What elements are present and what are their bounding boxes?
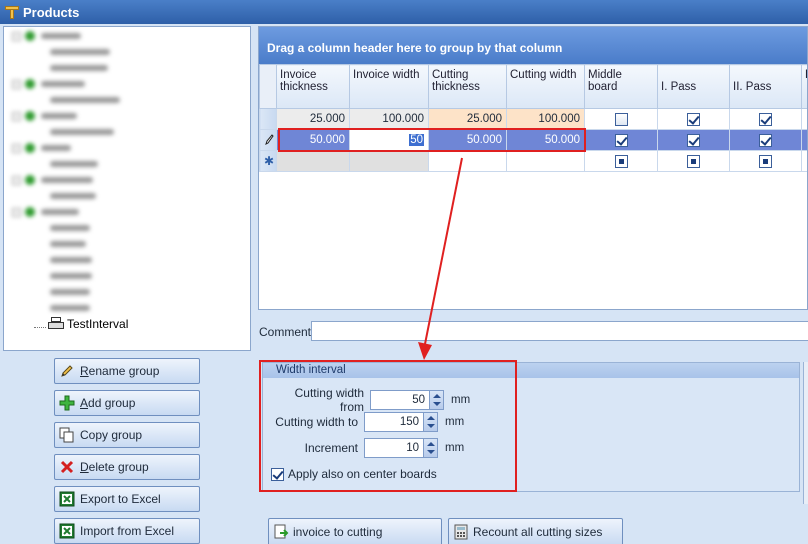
- delete-group-button[interactable]: Delete group: [54, 454, 200, 480]
- column-header-middle-board[interactable]: Middle board: [584, 64, 658, 109]
- tree-item-label: TestInterval: [67, 317, 129, 331]
- tree-node[interactable]: [50, 221, 90, 235]
- row-indicator[interactable]: [259, 108, 277, 130]
- cell-cutting-thickness[interactable]: 25.000: [428, 108, 507, 130]
- cell-first-pass[interactable]: [657, 129, 730, 151]
- column-header-cutting-width[interactable]: Cutting width: [506, 64, 585, 109]
- table-row[interactable]: 25.000 100.000 25.000 100.000: [259, 108, 807, 130]
- cell-middle-board[interactable]: [584, 150, 658, 172]
- group-by-panel[interactable]: Drag a column header here to group by th…: [259, 27, 807, 64]
- cell-middle-board[interactable]: [584, 108, 658, 130]
- side-panel-edge: [803, 362, 808, 504]
- tree-node[interactable]: −: [12, 109, 77, 123]
- pencil-icon: [265, 133, 274, 145]
- tree-node[interactable]: [50, 125, 114, 139]
- tree-node[interactable]: [50, 93, 120, 107]
- tree-node[interactable]: [50, 45, 110, 59]
- comment-label: Comment: [259, 325, 312, 339]
- tree-node[interactable]: [50, 61, 108, 75]
- cell-cutting-thickness[interactable]: [428, 150, 507, 172]
- printer-icon: [48, 317, 64, 331]
- tree-node[interactable]: [50, 301, 90, 315]
- tree-node[interactable]: −: [12, 205, 79, 219]
- row-edit-indicator[interactable]: [259, 129, 277, 151]
- recount-cutting-sizes-button[interactable]: Recount all cutting sizes: [448, 518, 623, 544]
- add-group-button[interactable]: Add group: [54, 390, 200, 416]
- cell-invoice-width[interactable]: [349, 150, 429, 172]
- column-header-cutting-thickness[interactable]: Cutting thickness: [428, 64, 507, 109]
- first-pass-checkbox[interactable]: [687, 154, 700, 168]
- second-pass-checkbox[interactable]: [759, 154, 772, 168]
- copy-group-button[interactable]: Copy group: [54, 422, 200, 448]
- copy-icon: [59, 427, 75, 443]
- first-pass-checkbox[interactable]: [687, 112, 700, 126]
- cell-second-pass[interactable]: [729, 150, 802, 172]
- tree-node[interactable]: [50, 157, 98, 171]
- column-header-second-pass[interactable]: II. Pass: [729, 64, 802, 109]
- cell-invoice-width[interactable]: 100.000: [349, 108, 429, 130]
- tree-node[interactable]: −: [12, 77, 85, 91]
- window-title: Products: [23, 4, 80, 20]
- new-row-indicator[interactable]: ✱: [259, 150, 277, 172]
- header-indicator: [259, 64, 277, 109]
- cell-cutting-width[interactable]: [506, 150, 585, 172]
- tree-node[interactable]: −: [12, 173, 93, 187]
- cell-first-pass[interactable]: [657, 150, 730, 172]
- middle-board-checkbox[interactable]: [614, 154, 628, 168]
- export-to-excel-button[interactable]: Export to Excel: [54, 486, 200, 512]
- middle-board-checkbox[interactable]: [614, 112, 628, 126]
- ruler-icon: [4, 4, 20, 20]
- cell-invoice-thickness[interactable]: [276, 150, 350, 172]
- cell-invoice-thickness[interactable]: 25.000: [276, 108, 350, 130]
- table-row-new[interactable]: ✱: [259, 150, 807, 172]
- product-tree[interactable]: − − − − − − TestInterval: [3, 26, 251, 351]
- tree-node[interactable]: [50, 285, 90, 299]
- tree-node[interactable]: [50, 237, 86, 251]
- second-pass-checkbox[interactable]: [759, 112, 772, 126]
- calculator-icon: [453, 524, 469, 540]
- middle-board-checkbox[interactable]: [614, 133, 628, 147]
- plus-icon: [59, 395, 75, 411]
- tree-node[interactable]: [50, 253, 92, 267]
- column-header-invoice-thickness[interactable]: Invoice thickness: [276, 64, 350, 109]
- cell-second-pass[interactable]: [729, 129, 802, 151]
- window-titlebar: Products: [0, 0, 808, 24]
- delete-x-icon: [59, 459, 75, 475]
- annotation-highlight-row: [278, 128, 586, 152]
- annotation-highlight-group: [259, 360, 517, 492]
- excel-icon: [59, 491, 75, 507]
- sizes-grid[interactable]: Drag a column header here to group by th…: [258, 26, 808, 310]
- tree-node[interactable]: [50, 269, 92, 283]
- tree-node[interactable]: −: [12, 141, 71, 155]
- document-arrow-icon: [273, 524, 289, 540]
- column-header-invoice-width[interactable]: Invoice width: [349, 64, 429, 109]
- tree-item-testinterval[interactable]: TestInterval: [34, 315, 128, 333]
- grid-table: Invoice thickness Invoice width Cutting …: [259, 64, 807, 172]
- tree-node[interactable]: −: [12, 29, 81, 43]
- rename-group-button[interactable]: Rename group: [54, 358, 200, 384]
- cell-first-pass[interactable]: [657, 108, 730, 130]
- second-pass-checkbox[interactable]: [759, 133, 772, 147]
- tree-node[interactable]: [50, 189, 96, 203]
- cell-cutting-width[interactable]: 100.000: [506, 108, 585, 130]
- pencil-icon: [59, 363, 75, 379]
- cell-second-pass[interactable]: [729, 108, 802, 130]
- column-header-truncated[interactable]: P: [801, 64, 807, 109]
- first-pass-checkbox[interactable]: [687, 133, 700, 147]
- comment-input[interactable]: [311, 321, 808, 341]
- column-header-first-pass[interactable]: I. Pass: [657, 64, 730, 109]
- invoice-to-cutting-button[interactable]: invoice to cutting: [268, 518, 442, 544]
- cell-middle-board[interactable]: [584, 129, 658, 151]
- import-from-excel-button[interactable]: Import from Excel: [54, 518, 200, 544]
- excel-icon: [59, 523, 75, 539]
